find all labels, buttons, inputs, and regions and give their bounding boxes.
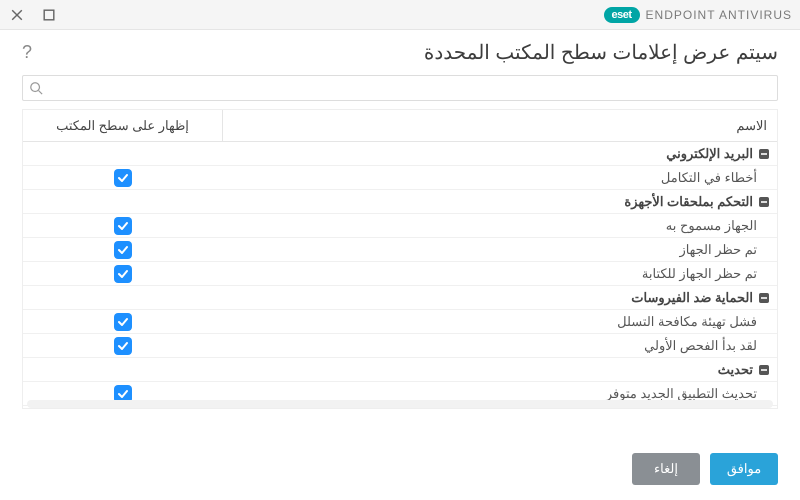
collapse-icon[interactable] (757, 195, 771, 209)
table-row: تم حظر الجهاز (23, 238, 777, 262)
maximize-icon[interactable] (40, 6, 58, 24)
show-checkbox[interactable] (114, 169, 132, 187)
table-row: أخطاء في التكامل (23, 166, 777, 190)
row-label: تم حظر الجهاز للكتابة (223, 266, 777, 282)
table-header: الاسم إظهار على سطح المكتب (23, 110, 777, 142)
group-label: البريد الإلكتروني (666, 146, 753, 162)
table-row: الجهاز مسموح به (23, 214, 777, 238)
ok-button[interactable]: موافق (710, 453, 778, 485)
help-icon[interactable]: ? (22, 42, 32, 63)
collapse-icon[interactable] (757, 363, 771, 377)
product-brand: eset ENDPOINT ANTIVIRUS (604, 7, 793, 23)
show-checkbox[interactable] (114, 217, 132, 235)
col-show[interactable]: إظهار على سطح المكتب (23, 110, 223, 141)
table-row: فشل تهيئة مكافحة التسلل (23, 310, 777, 334)
page-title: سيتم عرض إعلامات سطح المكتب المحددة (424, 40, 778, 65)
row-label: أخطاء في التكامل (223, 170, 777, 186)
horizontal-scrollbar[interactable] (27, 400, 773, 408)
collapse-icon[interactable] (757, 291, 771, 305)
group-label: الحماية ضد الفيروسات (631, 290, 753, 306)
close-icon[interactable] (8, 6, 26, 24)
col-name[interactable]: الاسم (223, 118, 777, 134)
show-checkbox[interactable] (114, 241, 132, 259)
group-header[interactable]: التحكم بملحقات الأجهزة (23, 190, 777, 214)
table-row: لقد بدأ الفحص الأولي (23, 334, 777, 358)
search-icon (29, 81, 43, 95)
collapse-icon[interactable] (757, 147, 771, 161)
search-box[interactable] (22, 75, 778, 101)
show-checkbox[interactable] (114, 313, 132, 331)
show-checkbox[interactable] (114, 337, 132, 355)
group-header[interactable]: تحديث (23, 358, 777, 382)
search-input[interactable] (49, 76, 777, 100)
row-label: لقد بدأ الفحص الأولي (223, 338, 777, 354)
cancel-button[interactable]: إلغاء (632, 453, 700, 485)
show-checkbox[interactable] (114, 265, 132, 283)
product-name: ENDPOINT ANTIVIRUS (646, 8, 792, 22)
brand-badge: eset (604, 7, 640, 23)
table-row: تم حظر الجهاز للكتابة (23, 262, 777, 286)
group-header[interactable]: البريد الإلكتروني (23, 142, 777, 166)
notifications-table: الاسم إظهار على سطح المكتب البريد الإلكت… (22, 109, 778, 409)
row-label: الجهاز مسموح به (223, 218, 777, 234)
group-label: تحديث (718, 362, 753, 378)
group-label: التحكم بملحقات الأجهزة (624, 194, 753, 210)
group-header[interactable]: الحماية ضد الفيروسات (23, 286, 777, 310)
row-label: فشل تهيئة مكافحة التسلل (223, 314, 777, 330)
row-label: تم حظر الجهاز (223, 242, 777, 258)
